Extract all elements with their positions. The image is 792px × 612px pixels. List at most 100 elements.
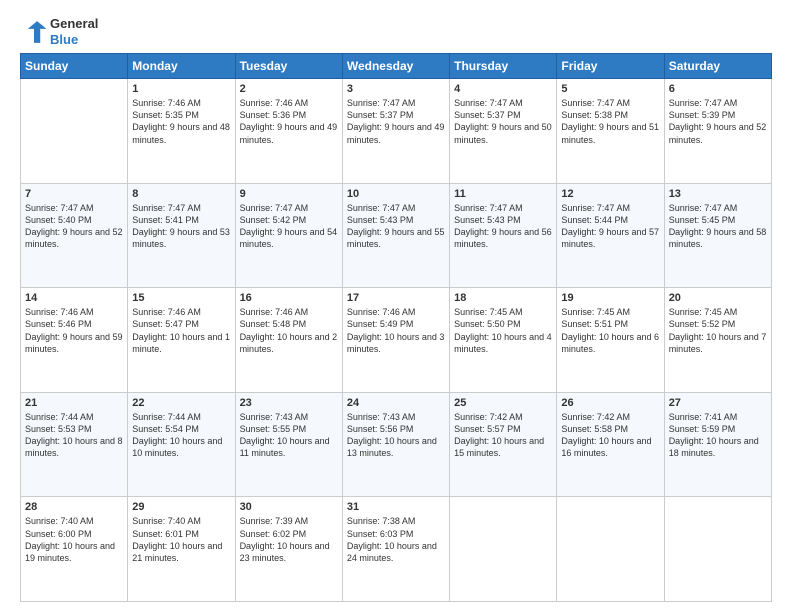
cell-info: Sunrise: 7:41 AM Sunset: 5:59 PM Dayligh… — [669, 411, 767, 460]
calendar-cell: 23 Sunrise: 7:43 AM Sunset: 5:55 PM Dayli… — [235, 392, 342, 497]
day-number: 16 — [240, 292, 338, 304]
cell-info: Sunrise: 7:47 AM Sunset: 5:41 PM Dayligh… — [132, 202, 230, 251]
day-header-wednesday: Wednesday — [342, 54, 449, 79]
cell-info: Sunrise: 7:43 AM Sunset: 5:56 PM Dayligh… — [347, 411, 445, 460]
day-header-friday: Friday — [557, 54, 664, 79]
calendar-cell: 22 Sunrise: 7:44 AM Sunset: 5:54 PM Dayli… — [128, 392, 235, 497]
week-row-5: 28 Sunrise: 7:40 AM Sunset: 6:00 PM Dayli… — [21, 497, 772, 602]
calendar-cell: 6 Sunrise: 7:47 AM Sunset: 5:39 PM Daylig… — [664, 79, 771, 184]
day-number: 19 — [561, 292, 659, 304]
calendar-cell: 5Sunrise: 7:47 AM Sunset: 5:38 PM Daylig… — [557, 79, 664, 184]
cell-info: Sunrise: 7:42 AM Sunset: 5:58 PM Dayligh… — [561, 411, 659, 460]
cell-info: Sunrise: 7:39 AM Sunset: 6:02 PM Dayligh… — [240, 515, 338, 564]
cell-info: Sunrise: 7:46 AM Sunset: 5:49 PM Dayligh… — [347, 306, 445, 355]
cell-info: Sunrise: 7:47 AM Sunset: 5:42 PM Dayligh… — [240, 202, 338, 251]
day-header-tuesday: Tuesday — [235, 54, 342, 79]
header-row: SundayMondayTuesdayWednesdayThursdayFrid… — [21, 54, 772, 79]
cell-info: Sunrise: 7:44 AM Sunset: 5:53 PM Dayligh… — [25, 411, 123, 460]
day-number: 5 — [561, 83, 659, 95]
calendar-cell: 25Sunrise: 7:42 AM Sunset: 5:57 PM Dayli… — [450, 392, 557, 497]
page: General Blue SundayMondayTuesdayWednesda… — [0, 0, 792, 612]
calendar-cell: 29Sunrise: 7:40 AM Sunset: 6:01 PM Dayli… — [128, 497, 235, 602]
calendar-cell: 11 Sunrise: 7:47 AM Sunset: 5:43 PM Dayli… — [450, 183, 557, 288]
day-number: 31 — [347, 501, 445, 513]
calendar-cell: 21 Sunrise: 7:44 AM Sunset: 5:53 PM Dayli… — [21, 392, 128, 497]
logo-icon — [20, 18, 48, 46]
day-number: 4 — [454, 83, 552, 95]
day-number: 2 — [240, 83, 338, 95]
calendar-cell: 8 Sunrise: 7:47 AM Sunset: 5:41 PM Daylig… — [128, 183, 235, 288]
day-number: 22 — [132, 397, 230, 409]
calendar-cell: 2 Sunrise: 7:46 AM Sunset: 5:36 PM Daylig… — [235, 79, 342, 184]
calendar-cell: 19 Sunrise: 7:45 AM Sunset: 5:51 PM Dayli… — [557, 288, 664, 393]
day-number: 15 — [132, 292, 230, 304]
header: General Blue — [20, 16, 772, 47]
logo-text: General Blue — [50, 16, 98, 47]
day-number: 7 — [25, 188, 123, 200]
calendar-cell: 20Sunrise: 7:45 AM Sunset: 5:52 PM Dayli… — [664, 288, 771, 393]
day-number: 12 — [561, 188, 659, 200]
calendar-cell: 14Sunrise: 7:46 AM Sunset: 5:46 PM Dayli… — [21, 288, 128, 393]
calendar-cell: 18Sunrise: 7:45 AM Sunset: 5:50 PM Dayli… — [450, 288, 557, 393]
calendar-cell: 10 Sunrise: 7:47 AM Sunset: 5:43 PM Dayli… — [342, 183, 449, 288]
cell-info: Sunrise: 7:46 AM Sunset: 5:46 PM Dayligh… — [25, 306, 123, 355]
cell-info: Sunrise: 7:40 AM Sunset: 6:01 PM Dayligh… — [132, 515, 230, 564]
cell-info: Sunrise: 7:46 AM Sunset: 5:35 PM Dayligh… — [132, 97, 230, 146]
cell-info: Sunrise: 7:47 AM Sunset: 5:45 PM Dayligh… — [669, 202, 767, 251]
day-number: 27 — [669, 397, 767, 409]
day-number: 6 — [669, 83, 767, 95]
day-number: 21 — [25, 397, 123, 409]
cell-info: Sunrise: 7:45 AM Sunset: 5:51 PM Dayligh… — [561, 306, 659, 355]
cell-info: Sunrise: 7:47 AM Sunset: 5:44 PM Dayligh… — [561, 202, 659, 251]
day-number: 3 — [347, 83, 445, 95]
day-number: 28 — [25, 501, 123, 513]
day-number: 13 — [669, 188, 767, 200]
calendar-cell: 26Sunrise: 7:42 AM Sunset: 5:58 PM Dayli… — [557, 392, 664, 497]
calendar-cell: 4 Sunrise: 7:47 AM Sunset: 5:37 PM Daylig… — [450, 79, 557, 184]
calendar-cell: 27 Sunrise: 7:41 AM Sunset: 5:59 PM Dayli… — [664, 392, 771, 497]
day-number: 10 — [347, 188, 445, 200]
day-number: 9 — [240, 188, 338, 200]
day-header-monday: Monday — [128, 54, 235, 79]
calendar-cell: 16 Sunrise: 7:46 AM Sunset: 5:48 PM Dayli… — [235, 288, 342, 393]
calendar-cell: 13 Sunrise: 7:47 AM Sunset: 5:45 PM Dayli… — [664, 183, 771, 288]
calendar-cell: 24 Sunrise: 7:43 AM Sunset: 5:56 PM Dayli… — [342, 392, 449, 497]
day-number: 11 — [454, 188, 552, 200]
cell-info: Sunrise: 7:38 AM Sunset: 6:03 PM Dayligh… — [347, 515, 445, 564]
day-header-sunday: Sunday — [21, 54, 128, 79]
calendar-cell: 9 Sunrise: 7:47 AM Sunset: 5:42 PM Daylig… — [235, 183, 342, 288]
calendar-cell — [557, 497, 664, 602]
calendar-cell: 31 Sunrise: 7:38 AM Sunset: 6:03 PM Dayli… — [342, 497, 449, 602]
day-header-saturday: Saturday — [664, 54, 771, 79]
calendar-cell: 3Sunrise: 7:47 AM Sunset: 5:37 PM Daylig… — [342, 79, 449, 184]
cell-info: Sunrise: 7:46 AM Sunset: 5:48 PM Dayligh… — [240, 306, 338, 355]
cell-info: Sunrise: 7:47 AM Sunset: 5:39 PM Dayligh… — [669, 97, 767, 146]
calendar-cell: 17Sunrise: 7:46 AM Sunset: 5:49 PM Dayli… — [342, 288, 449, 393]
cell-info: Sunrise: 7:45 AM Sunset: 5:50 PM Dayligh… — [454, 306, 552, 355]
cell-info: Sunrise: 7:46 AM Sunset: 5:47 PM Dayligh… — [132, 306, 230, 355]
week-row-3: 14Sunrise: 7:46 AM Sunset: 5:46 PM Dayli… — [21, 288, 772, 393]
calendar-cell: 7Sunrise: 7:47 AM Sunset: 5:40 PM Daylig… — [21, 183, 128, 288]
cell-info: Sunrise: 7:40 AM Sunset: 6:00 PM Dayligh… — [25, 515, 123, 564]
cell-info: Sunrise: 7:44 AM Sunset: 5:54 PM Dayligh… — [132, 411, 230, 460]
day-number: 30 — [240, 501, 338, 513]
calendar-cell — [664, 497, 771, 602]
calendar-cell — [21, 79, 128, 184]
day-number: 8 — [132, 188, 230, 200]
cell-info: Sunrise: 7:47 AM Sunset: 5:43 PM Dayligh… — [454, 202, 552, 251]
day-number: 23 — [240, 397, 338, 409]
week-row-2: 7Sunrise: 7:47 AM Sunset: 5:40 PM Daylig… — [21, 183, 772, 288]
cell-info: Sunrise: 7:43 AM Sunset: 5:55 PM Dayligh… — [240, 411, 338, 460]
calendar-cell: 28 Sunrise: 7:40 AM Sunset: 6:00 PM Dayli… — [21, 497, 128, 602]
cell-info: Sunrise: 7:47 AM Sunset: 5:37 PM Dayligh… — [454, 97, 552, 146]
day-header-thursday: Thursday — [450, 54, 557, 79]
day-number: 24 — [347, 397, 445, 409]
logo: General Blue — [20, 16, 98, 47]
cell-info: Sunrise: 7:46 AM Sunset: 5:36 PM Dayligh… — [240, 97, 338, 146]
day-number: 20 — [669, 292, 767, 304]
week-row-4: 21 Sunrise: 7:44 AM Sunset: 5:53 PM Dayli… — [21, 392, 772, 497]
calendar-cell: 15 Sunrise: 7:46 AM Sunset: 5:47 PM Dayli… — [128, 288, 235, 393]
day-number: 25 — [454, 397, 552, 409]
cell-info: Sunrise: 7:47 AM Sunset: 5:43 PM Dayligh… — [347, 202, 445, 251]
calendar-cell — [450, 497, 557, 602]
